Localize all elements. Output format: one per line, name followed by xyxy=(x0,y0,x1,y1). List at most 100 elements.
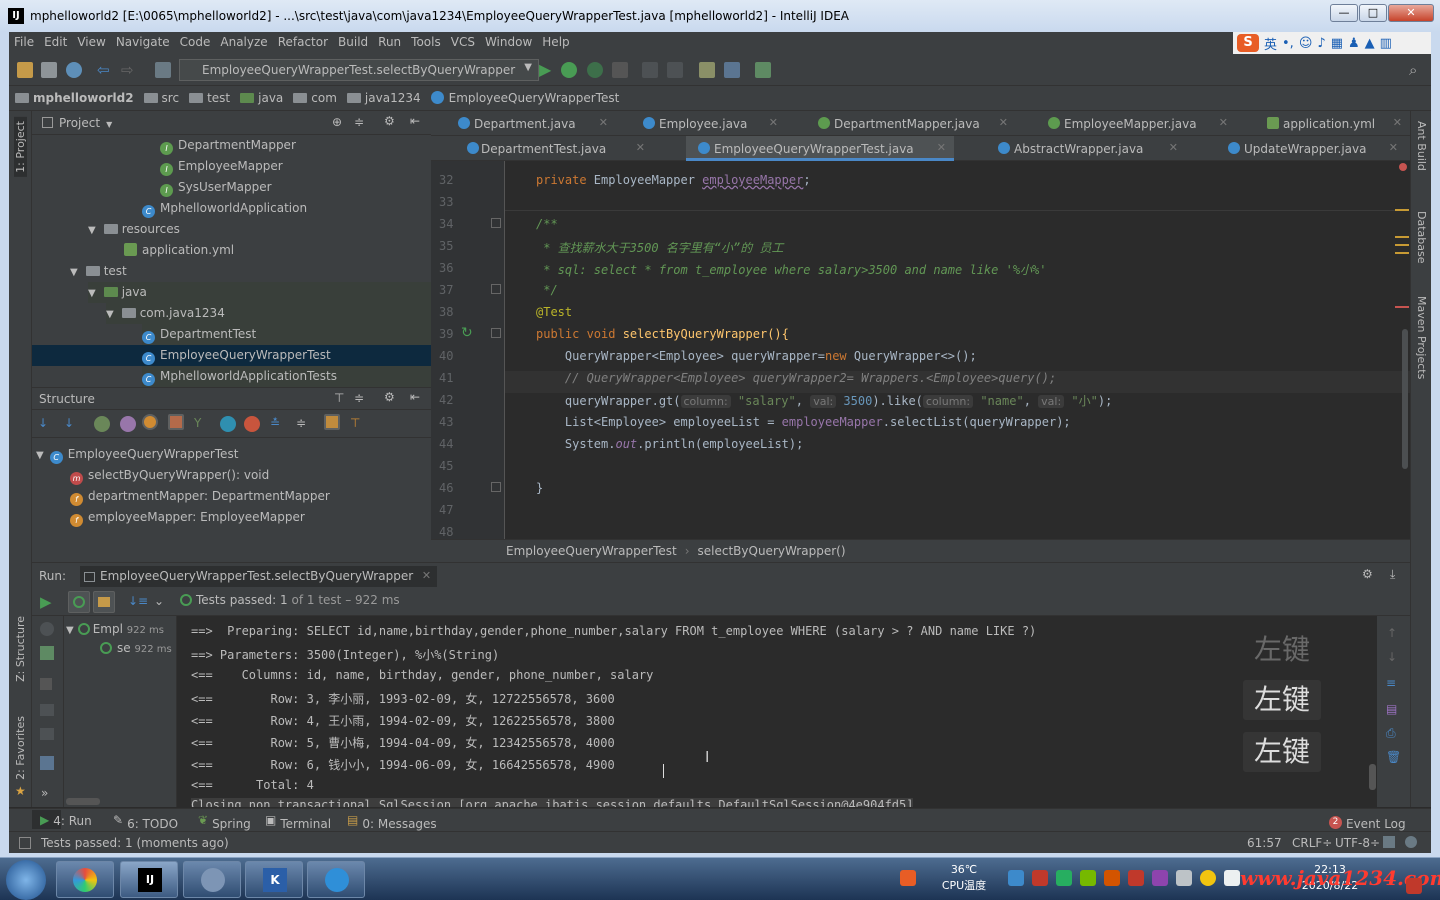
editor-scrollbar[interactable] xyxy=(1402,329,1408,469)
error-stripe-mark[interactable] xyxy=(1395,236,1409,238)
taskbar-photo-app[interactable] xyxy=(56,861,114,898)
tree-item-package[interactable]: ▼ com.java1234 xyxy=(106,303,431,324)
show-fields-icon[interactable] xyxy=(142,414,158,430)
autoscroll-to-source-icon[interactable] xyxy=(324,414,340,430)
ant-build-tab[interactable]: Ant Build xyxy=(1415,121,1428,171)
tree-item-departmenttest[interactable]: C DepartmentTest xyxy=(142,324,431,345)
collapse-all-icon[interactable]: ≑ xyxy=(354,115,364,129)
console-scrollbar[interactable] xyxy=(1369,764,1376,790)
close-tab-icon[interactable]: ✕ xyxy=(1169,141,1178,154)
show-ignored-toggle[interactable] xyxy=(93,591,115,613)
emoji-icon[interactable]: ☺ xyxy=(1299,36,1313,51)
show-passed-toggle[interactable] xyxy=(68,591,90,613)
close-window-button[interactable]: ✕ xyxy=(1388,4,1434,22)
close-tab-icon[interactable]: ✕ xyxy=(1393,116,1402,129)
trash-icon[interactable]: 🗑 xyxy=(1386,750,1401,764)
close-tab-icon[interactable]: ✕ xyxy=(1389,141,1398,154)
show-properties-icon[interactable] xyxy=(120,416,136,432)
expand-arrow-icon[interactable]: ▼ xyxy=(70,267,78,278)
more-icon[interactable]: ⌄ xyxy=(154,594,164,608)
editor-breadcrumb-class[interactable]: EmployeeQueryWrapperTest xyxy=(506,544,677,558)
scroll-up-icon[interactable]: ↑ xyxy=(1387,626,1397,640)
stop-icon[interactable] xyxy=(612,62,628,78)
scroll-down-icon[interactable]: ↓ xyxy=(1387,650,1397,664)
sdk-icon[interactable] xyxy=(755,62,771,78)
menu-vcs[interactable]: VCS xyxy=(446,32,480,52)
tab-abstractwrapper-java[interactable]: AbstractWrapper.java ✕ xyxy=(986,136,1186,161)
close-tab-icon[interactable]: ✕ xyxy=(636,141,645,154)
project-view-select[interactable]: Project xyxy=(59,116,100,130)
sort-icon[interactable]: ↓≡ xyxy=(128,594,148,608)
sogou-logo-icon[interactable]: S xyxy=(1237,34,1259,52)
error-stripe-mark[interactable] xyxy=(1395,244,1409,246)
voice-icon[interactable]: ♪ xyxy=(1317,36,1325,51)
show-lambdas-icon[interactable]: Y xyxy=(194,416,210,432)
autoscroll-from-source-icon[interactable]: ⊤ xyxy=(350,416,366,432)
run-configuration-select[interactable]: EmployeeQueryWrapperTest.selectByQueryWr… xyxy=(179,59,539,81)
maximize-button[interactable]: □ xyxy=(1359,4,1387,22)
tree-item-test[interactable]: ▼ test xyxy=(70,261,431,282)
tab-department-java[interactable]: Department.java ✕ xyxy=(446,111,616,136)
vcs-commit-icon[interactable] xyxy=(667,62,683,78)
menu-file[interactable]: File xyxy=(9,32,39,52)
settings-gear-icon[interactable]: ⚙ xyxy=(384,114,395,128)
sync-icon[interactable] xyxy=(66,62,82,78)
import-icon[interactable] xyxy=(40,728,54,740)
stop-icon[interactable] xyxy=(40,678,52,690)
expand-arrow-icon[interactable]: ▼ xyxy=(66,625,74,636)
breadcrumb-src[interactable]: src xyxy=(138,86,184,105)
console-output[interactable]: ==> Preparing: SELECT id,name,birthday,g… xyxy=(177,616,1377,807)
close-tab-icon[interactable]: ✕ xyxy=(937,141,946,154)
tab-application-yml[interactable]: application.yml ✕ xyxy=(1255,111,1410,136)
menu-help[interactable]: Help xyxy=(537,32,574,52)
menu-view[interactable]: View xyxy=(72,32,110,52)
test-tree-root[interactable]: ▼ Empl 922 ms xyxy=(66,622,164,636)
test-tree-method[interactable]: se 922 ms xyxy=(100,641,172,655)
structure-tool-tab[interactable]: Z: Structure xyxy=(14,616,27,682)
forward-icon[interactable]: ⇨ xyxy=(121,62,137,78)
sort-alpha-icon[interactable]: ↓ xyxy=(64,416,80,432)
tool-terminal[interactable]: ▣ Terminal xyxy=(265,813,331,831)
menu-edit[interactable]: Edit xyxy=(39,32,72,52)
database-tab[interactable]: Database xyxy=(1415,211,1428,264)
close-tab-icon[interactable]: ✕ xyxy=(422,569,431,582)
tray-icon[interactable] xyxy=(1032,870,1048,886)
collapse-all-icon[interactable]: ≑ xyxy=(296,416,312,432)
tree-item-java[interactable]: ▼ java xyxy=(88,282,431,303)
collapse-icon[interactable]: ≑ xyxy=(354,391,364,405)
expand-arrow-icon[interactable]: ▼ xyxy=(106,309,114,320)
tray-icon[interactable] xyxy=(1128,870,1144,886)
close-tab-icon[interactable]: ✕ xyxy=(999,116,1008,129)
tab-departmenttest-java[interactable]: DepartmentTest.java ✕ xyxy=(453,136,653,161)
error-stripe-mark[interactable] xyxy=(1395,252,1409,254)
line-separator[interactable]: CRLF÷ xyxy=(1292,836,1332,850)
show-anonymous-icon[interactable] xyxy=(220,416,236,432)
tab-updatewrapper-java[interactable]: UpdateWrapper.java ✕ xyxy=(1216,136,1406,161)
close-tab-icon[interactable]: ✕ xyxy=(599,116,608,129)
fold-marker-icon[interactable] xyxy=(491,328,501,338)
tree-item-employeemapper[interactable]: I EmployeeMapper xyxy=(160,156,283,177)
tree-item-application[interactable]: C MphelloworldApplication xyxy=(142,198,307,219)
tray-icon[interactable] xyxy=(1152,870,1168,886)
tree-item-applicationtests[interactable]: C MphelloworldApplicationTests xyxy=(142,366,431,387)
favorites-star-icon[interactable]: ★ xyxy=(15,784,26,798)
expand-arrow-icon[interactable]: ▼ xyxy=(88,225,96,236)
fold-marker-icon[interactable] xyxy=(491,284,501,294)
hide-panel-icon[interactable]: ⤓ xyxy=(1390,567,1395,582)
tree-item-resources[interactable]: ▼ resources xyxy=(88,219,180,240)
hide-panel-icon[interactable]: ⇤ xyxy=(410,114,420,128)
minimize-button[interactable]: — xyxy=(1330,4,1358,22)
search-icon[interactable]: ⌕ xyxy=(1409,62,1425,78)
expand-arrow-icon[interactable]: ▼ xyxy=(36,450,44,461)
breadcrumb-class[interactable]: EmployeeQueryWrapperTest xyxy=(425,86,624,105)
tab-departmentmapper-java[interactable]: DepartmentMapper.java ✕ xyxy=(806,111,1016,136)
tool-messages[interactable]: ▤ 0: Messages xyxy=(347,813,437,831)
taskbar-intellij[interactable]: IJ xyxy=(120,861,178,898)
menu-tools[interactable]: Tools xyxy=(406,32,446,52)
close-tab-icon[interactable]: ✕ xyxy=(769,116,778,129)
ime-mode[interactable]: 英 xyxy=(1264,34,1277,53)
network-icon[interactable] xyxy=(1176,870,1192,886)
scroll-end-icon[interactable]: ▤ xyxy=(1386,702,1397,716)
fold-marker-icon[interactable] xyxy=(491,482,501,492)
structure-item-field-employee[interactable]: f employeeMapper: EmployeeMapper xyxy=(70,507,305,528)
